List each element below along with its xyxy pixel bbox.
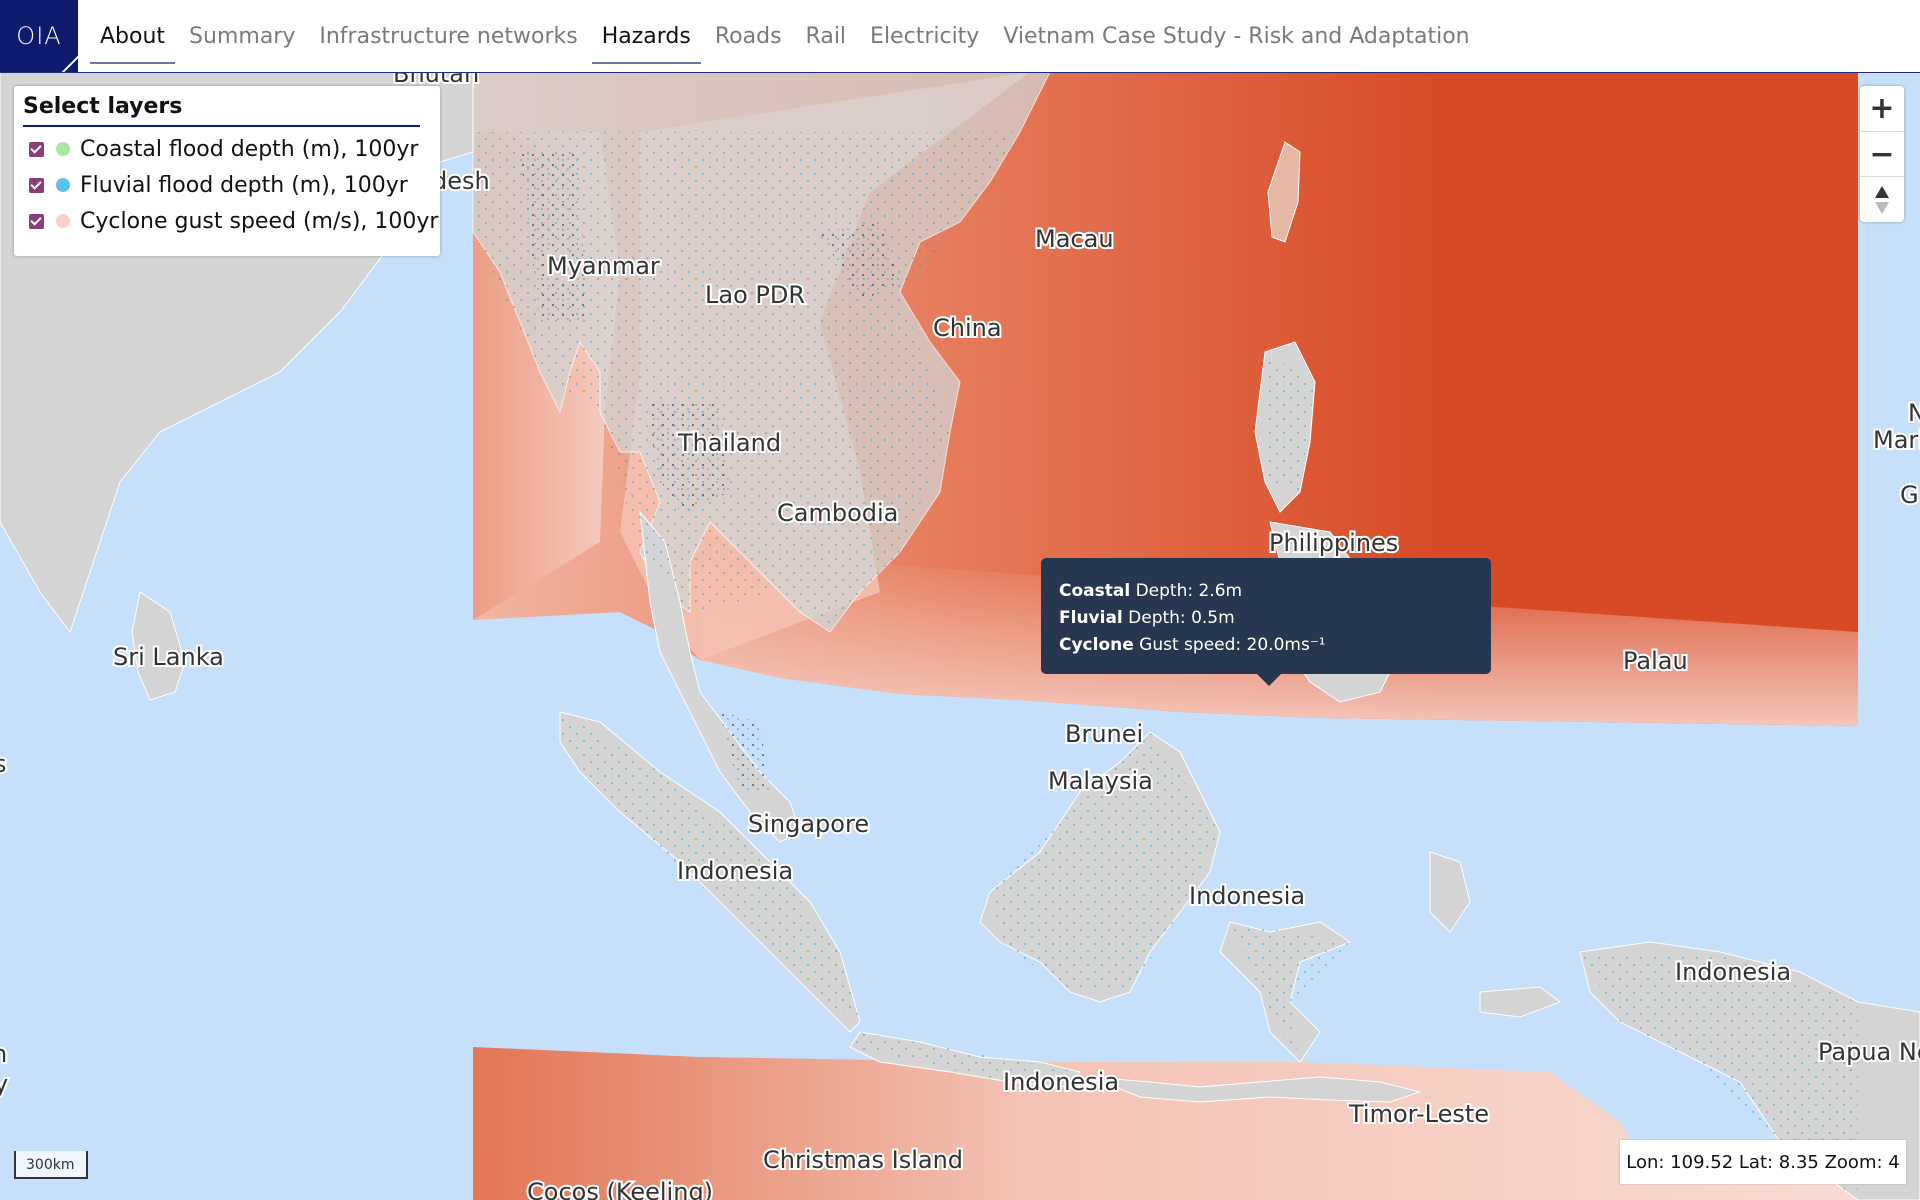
layer-panel: Select layers Coastal flood depth (m), 1… [14,86,440,256]
map-label-thailand: Thailand [677,429,781,457]
layer-row-cyclone[interactable]: Cyclone gust speed (m/s), 100yr [23,203,440,239]
layer-label-fluvial: Fluvial flood depth (m), 100yr [80,172,408,198]
legend-dot-coastal [56,142,70,156]
map-label-singapore: Singapore [748,810,869,838]
map-label-christmas-island: Christmas Island [763,1146,963,1174]
checkbox-cyclone[interactable] [29,213,44,229]
legend-dot-cyclone [56,214,70,228]
nav-vietnam-case-study[interactable]: Vietnam Case Study - Risk and Adaptation [991,0,1481,72]
nav-electricity[interactable]: Electricity [858,0,991,72]
nav-infrastructure-networks[interactable]: Infrastructure networks [307,0,589,72]
plus-icon: + [1869,90,1895,126]
map-label-indonesia-4: Indonesia [1003,1068,1119,1096]
nav-roads[interactable]: Roads [703,0,794,72]
tooltip-line-fluvial: Fluvial Depth: 0.5m [1059,608,1235,628]
map-label-n: N [1908,399,1920,427]
tooltip-line-coastal: Coastal Depth: 2.6m [1059,581,1243,601]
compass-button[interactable] [1860,177,1904,222]
nav-rail[interactable]: Rail [794,0,859,72]
layer-row-coastal[interactable]: Coastal flood depth (m), 100yr [23,131,440,167]
layer-label-cyclone: Cyclone gust speed (m/s), 100yr [80,208,439,234]
map-label-philippines: Philippines [1269,529,1398,557]
logo-text: OIA [16,22,62,50]
tooltip-line-cyclone: Cyclone Gust speed: 20.0ms⁻¹ [1059,635,1326,655]
map-label-malaysia: Malaysia [1048,767,1153,795]
zoom-controls: + − [1860,86,1904,222]
checkbox-fluvial[interactable] [29,177,44,193]
map-label-papua-ne: Papua Ne [1818,1038,1920,1066]
map-label-myanmar: Myanmar [547,252,660,280]
map-label-n-left: n [0,1040,7,1068]
zoom-out-button[interactable]: − [1860,132,1904,178]
map-label-timor-leste: Timor-Leste [1348,1100,1489,1128]
map-label-cocos-keeling: Cocos (Keeling) [527,1178,713,1200]
nav-items: About Summary Infrastructure networks Ha… [78,0,1482,72]
map-label-sri-lanka: Sri Lanka [113,643,224,671]
layer-panel-title: Select layers [23,94,420,127]
map-label-indonesia-2: Indonesia [1189,882,1305,910]
map-label-g: G [1900,481,1919,509]
map-label-macau: Macau [1035,225,1114,253]
minus-icon: − [1869,136,1895,172]
map-label-mari: Mari [1873,426,1920,454]
layer-row-fluvial[interactable]: Fluvial flood depth (m), 100yr [23,167,440,203]
nav-summary[interactable]: Summary [177,0,307,72]
tooltip-arrow [1257,674,1281,686]
compass-icon [1875,185,1889,214]
map-label-brunei: Brunei [1065,720,1143,748]
map-label-indonesia-1: Indonesia [677,857,793,885]
map-label-palau: Palau [1623,647,1688,675]
legend-dot-fluvial [56,178,70,192]
map-label-china: China [933,314,1002,342]
zoom-in-button[interactable]: + [1860,86,1904,132]
map-label-lao-pdr: Lao PDR [705,281,805,309]
nav-about[interactable]: About [88,0,177,72]
coordinates-readout: Lon: 109.52 Lat: 8.35 Zoom: 4 [1620,1140,1906,1184]
hazard-tooltip: Coastal Depth: 2.6m Fluvial Depth: 0.5m … [1041,558,1491,686]
top-nav: OIA About Summary Infrastructure network… [0,0,1920,73]
map-label-cambodia: Cambodia [777,499,898,527]
nav-hazards[interactable]: Hazards [590,0,703,72]
scale-bar: 300km [14,1151,88,1179]
checkbox-coastal[interactable] [29,141,44,157]
map-label-y: y [0,1070,8,1098]
layer-label-coastal: Coastal flood depth (m), 100yr [80,136,419,162]
map-label-s: s [0,750,7,778]
map-label-desh: desh [432,167,490,195]
map-label-indonesia-3: Indonesia [1675,958,1791,986]
oia-logo[interactable]: OIA [0,0,78,72]
